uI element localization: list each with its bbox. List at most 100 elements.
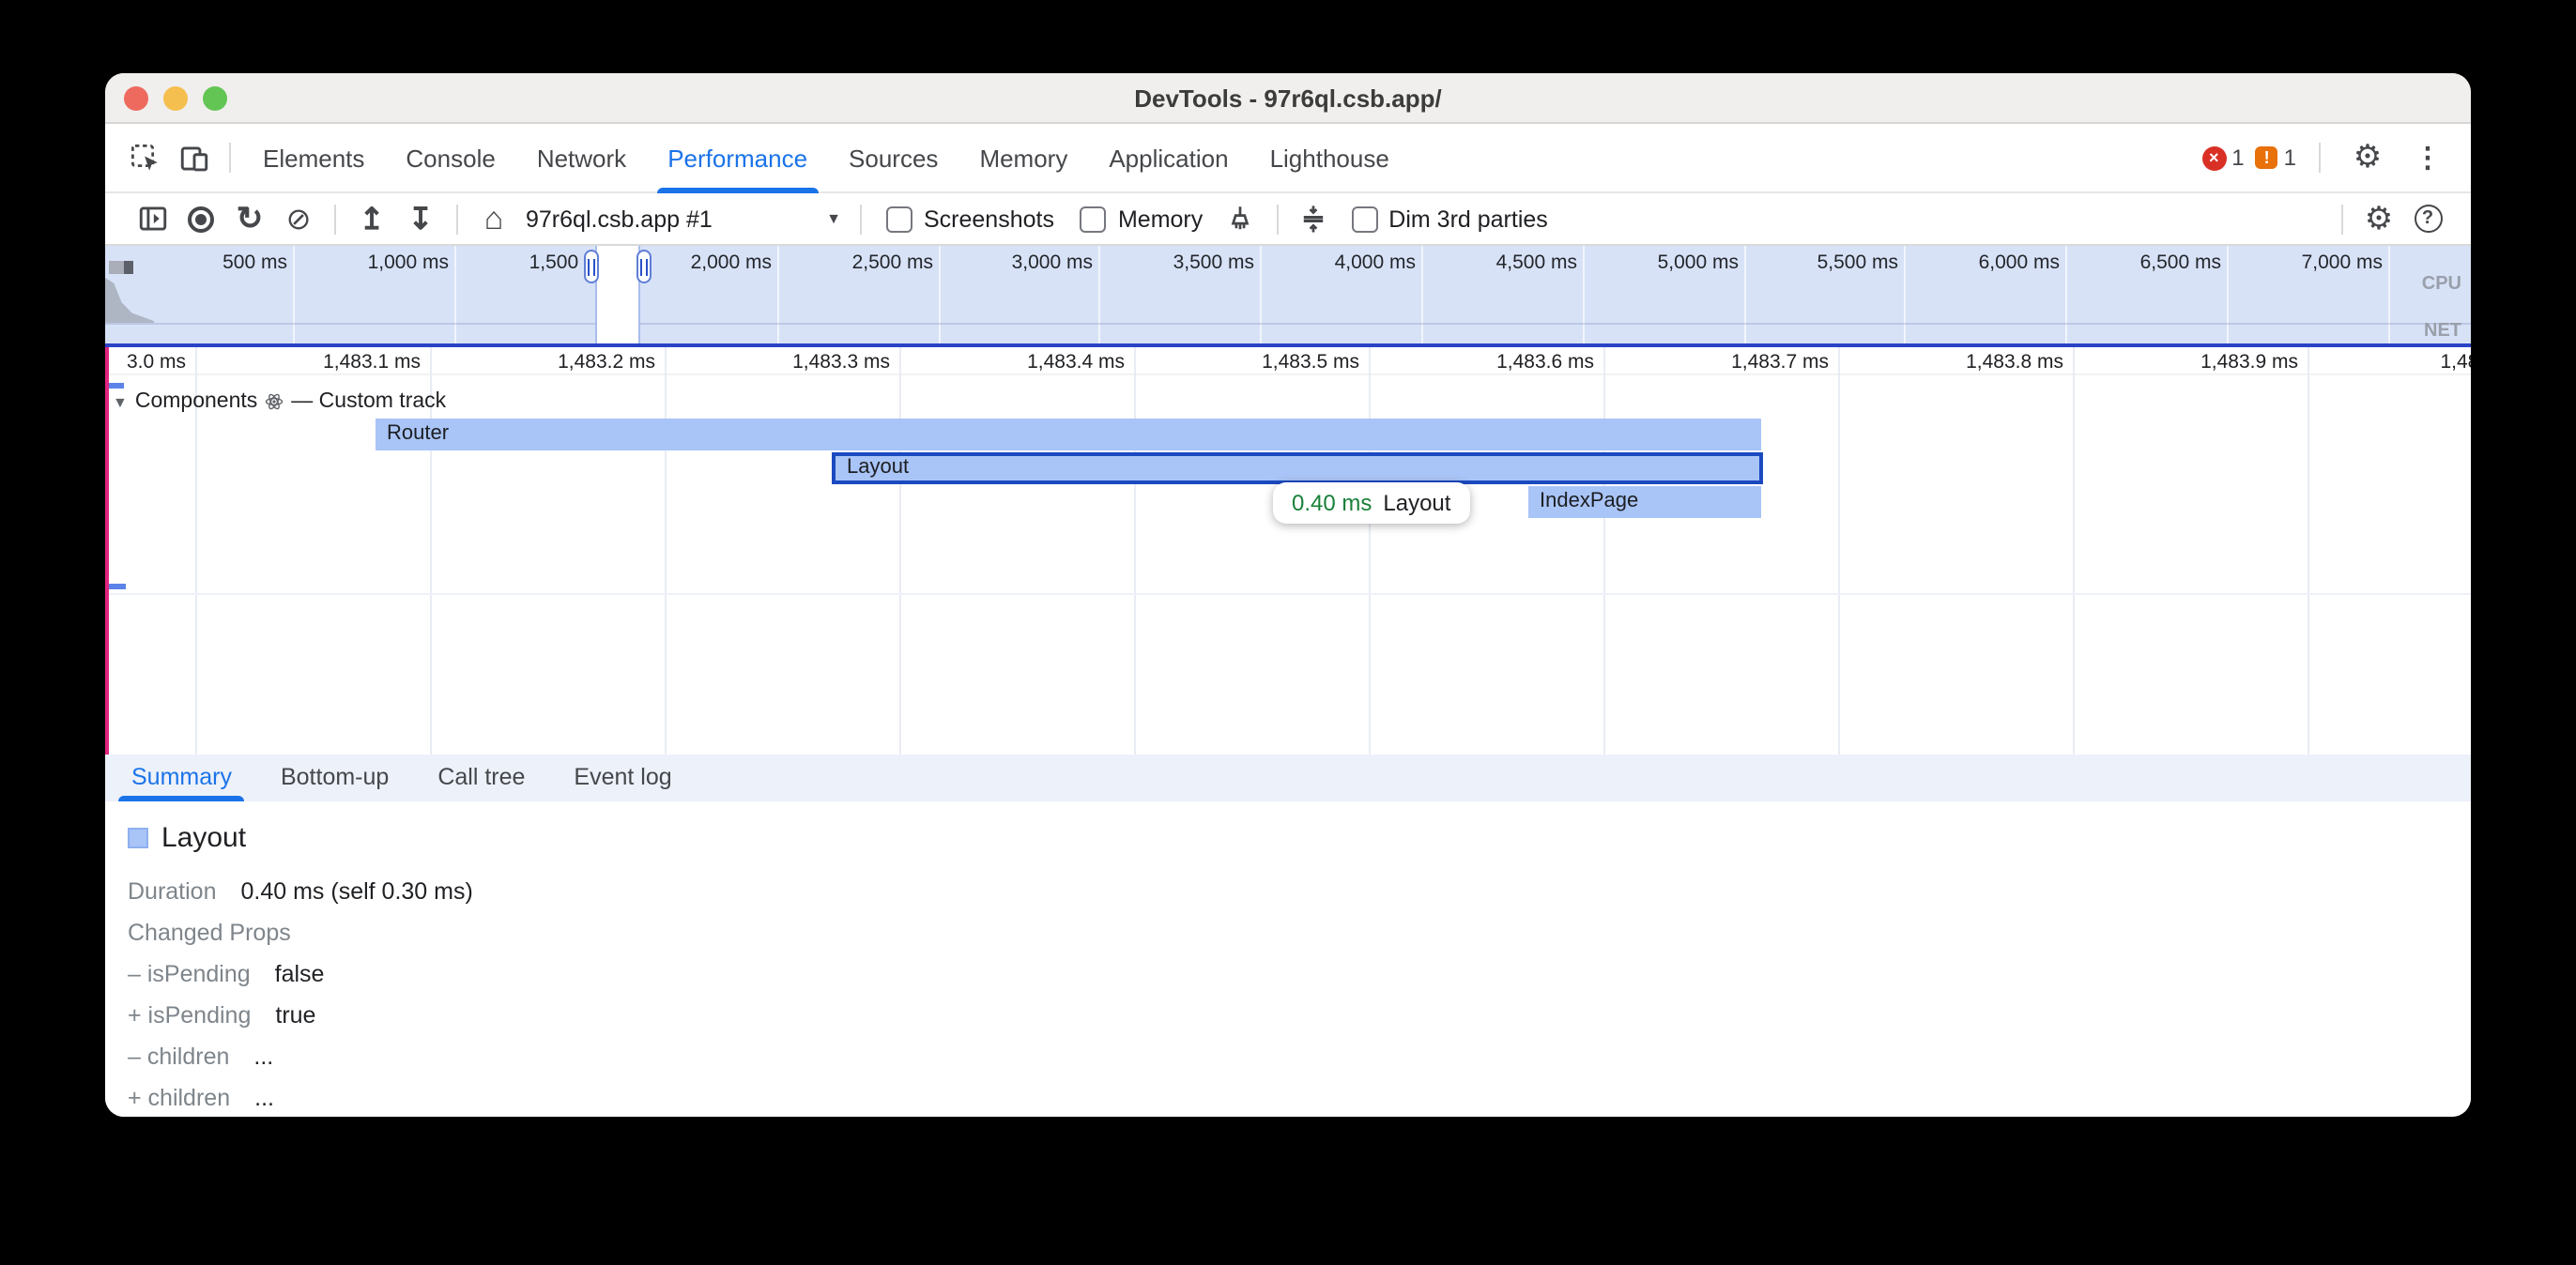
overview-gridline: [454, 246, 456, 343]
record-and-reload-icon[interactable]: [225, 196, 274, 241]
overview-gridline: [1421, 246, 1423, 343]
summary-row-label: + children: [128, 1085, 230, 1111]
record-icon[interactable]: [176, 196, 225, 241]
dim-3rd-parties-checkbox[interactable]: [1351, 206, 1377, 232]
overview-gridline: [777, 246, 779, 343]
memory-label: Memory: [1118, 206, 1203, 232]
overview-tick-label: 4,500 ms: [1496, 251, 1577, 274]
clear-icon[interactable]: [274, 196, 323, 241]
tabbar-right-controls: × 1 ! 1: [2201, 133, 2452, 182]
memory-checkbox-row[interactable]: Memory: [1081, 206, 1203, 232]
overview-tick-label: 4,000 ms: [1335, 251, 1416, 274]
overview-selection-window[interactable]: [595, 246, 640, 343]
collect-garbage-icon[interactable]: [1216, 196, 1265, 241]
cpu-net-lane-separator: [105, 323, 2471, 325]
toolbar-right-controls: ?: [2330, 196, 2452, 241]
flame-bar-indexpage[interactable]: IndexPage: [1528, 486, 1761, 518]
desktop-background: DevTools - 97r6ql.csb.app/ Elements Cons…: [0, 0, 2576, 1265]
track-bottom-separator: [105, 593, 2471, 595]
ruler-tick-label: 1,483.1 ms: [323, 351, 421, 373]
overview-tick-label: 3,500 ms: [1173, 251, 1254, 274]
overview-tick-label: 2,000 ms: [691, 251, 772, 274]
inspect-element-icon[interactable]: [120, 133, 169, 182]
error-count: 1: [2231, 145, 2244, 171]
overview-gridline: [293, 246, 295, 343]
tab-performance[interactable]: Performance: [647, 123, 828, 192]
overview-tick-label: 7,000 ms: [2302, 251, 2383, 274]
overview-gridline: [2065, 246, 2067, 343]
ruler-tick-label: 1,483.8 ms: [1966, 351, 2063, 373]
capture-settings-gear-icon[interactable]: [2354, 196, 2403, 241]
history-dropdown-value: 97r6ql.csb.app #1: [526, 206, 713, 232]
summary-row: Duration0.40 ms (self 0.30 ms): [128, 871, 2471, 912]
flame-bar-layout[interactable]: Layout: [832, 452, 1763, 484]
cpu-lane-label: CPU: [2422, 274, 2461, 295]
tab-elements[interactable]: Elements: [242, 123, 385, 192]
atom-icon: [265, 392, 284, 411]
save-profile-icon[interactable]: [396, 196, 445, 241]
tab-event-log[interactable]: Event log: [574, 754, 671, 801]
summary-row: – isPendingfalse: [128, 953, 2471, 995]
screenshots-checkbox[interactable]: [886, 206, 912, 232]
divider: [334, 204, 336, 234]
tab-call-tree[interactable]: Call tree: [437, 754, 525, 801]
load-profile-icon[interactable]: [347, 196, 396, 241]
overview-gridline: [1744, 246, 1746, 343]
components-track-header[interactable]: ▼ Components — Custom track: [113, 390, 446, 413]
overview-gridline: [1260, 246, 1262, 343]
timeline-overview[interactable]: 500 ms 1,000 ms 1,500 ms 2,000 ms 2,500 …: [105, 246, 2471, 343]
divider: [2341, 204, 2343, 234]
ruler-tick-label: 3.0 ms: [127, 351, 186, 373]
collapse-triangle-icon[interactable]: ▼: [113, 393, 128, 410]
tab-summary[interactable]: Summary: [131, 754, 232, 801]
track-name: Components: [135, 390, 257, 413]
overview-tick-label: 5,500 ms: [1817, 251, 1898, 274]
ruler-tick-label: 1,483.3 ms: [792, 351, 890, 373]
summary-title-row: Layout: [128, 822, 2471, 854]
memory-checkbox[interactable]: [1081, 206, 1107, 232]
divider: [229, 143, 231, 173]
settings-gear-icon[interactable]: [2343, 133, 2392, 182]
toggle-sidebar-icon[interactable]: [128, 196, 176, 241]
tab-network[interactable]: Network: [516, 123, 647, 192]
error-badge-icon[interactable]: ×: [2201, 145, 2226, 170]
screenshots-label: Screenshots: [924, 206, 1054, 232]
selection-left-handle[interactable]: [584, 250, 599, 283]
ruler-tick-label: 1,483.4 ms: [1027, 351, 1125, 373]
summary-row: – children...: [128, 1036, 2471, 1077]
devtools-window: DevTools - 97r6ql.csb.app/ Elements Cons…: [105, 73, 2471, 1117]
selection-right-handle[interactable]: [636, 250, 652, 283]
flame-bar-router[interactable]: Router: [376, 419, 1761, 450]
help-icon[interactable]: ?: [2403, 196, 2452, 241]
summary-row-value: false: [275, 961, 325, 987]
warning-badge-icon[interactable]: !: [2256, 146, 2278, 169]
tab-bottom-up[interactable]: Bottom-up: [281, 754, 389, 801]
overview-gridline: [1098, 246, 1100, 343]
tab-memory[interactable]: Memory: [958, 123, 1088, 192]
window-title: DevTools - 97r6ql.csb.app/: [105, 73, 2471, 124]
flame-chart[interactable]: ▼ Components — Custom track Router Layou…: [105, 375, 2471, 754]
shortcuts-compress-icon[interactable]: [1289, 196, 1338, 241]
overview-tick-label: 2,500 ms: [852, 251, 933, 274]
tooltip-label: Layout: [1383, 490, 1450, 516]
warning-count: 1: [2284, 145, 2296, 171]
tab-lighthouse[interactable]: Lighthouse: [1250, 123, 1410, 192]
overview-gridline: [2227, 246, 2229, 343]
screenshots-checkbox-row[interactable]: Screenshots: [886, 206, 1054, 232]
divider: [456, 204, 458, 234]
summary-row-label: Duration: [128, 878, 217, 905]
tab-console[interactable]: Console: [385, 123, 515, 192]
dim-3rd-parties-checkbox-row[interactable]: Dim 3rd parties: [1351, 206, 1548, 232]
history-dropdown[interactable]: 97r6ql.csb.app #1 ▼: [518, 206, 849, 232]
live-metrics-home-icon[interactable]: [469, 196, 518, 241]
tab-application[interactable]: Application: [1088, 123, 1249, 192]
chevron-down-icon: ▼: [826, 210, 841, 227]
toggle-device-toolbar-icon[interactable]: [169, 133, 218, 182]
tab-sources[interactable]: Sources: [828, 123, 958, 192]
divider: [1276, 204, 1278, 234]
summary-row-value: true: [275, 1002, 315, 1029]
tooltip-duration: 0.40 ms: [1292, 490, 1372, 516]
ruler-tick-label: 1,483.6 ms: [1496, 351, 1594, 373]
more-options-icon[interactable]: [2403, 133, 2452, 182]
ruler-tick-label: 1,483.7 ms: [1731, 351, 1829, 373]
